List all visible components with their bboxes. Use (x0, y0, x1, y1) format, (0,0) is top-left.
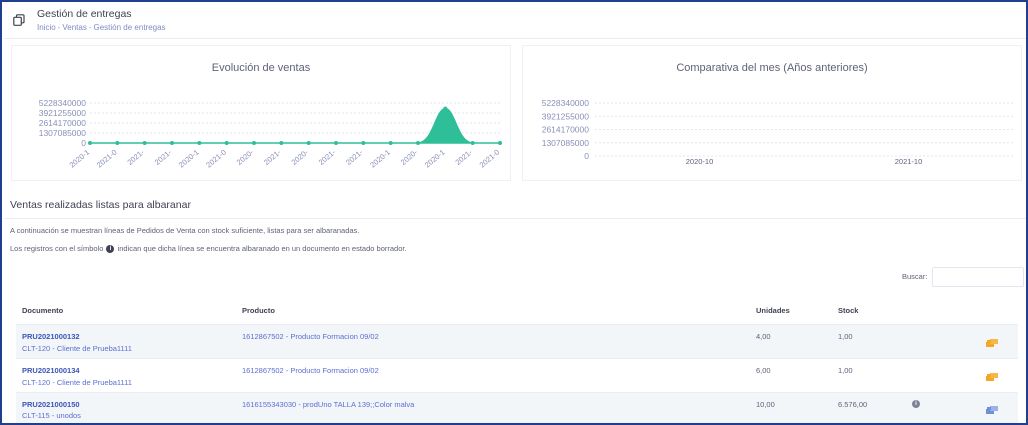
data-point[interactable] (252, 141, 256, 145)
y-tick-label: 1307085000 (39, 128, 87, 138)
product-link[interactable]: 1612867502 - Producto Formacion 09/02 (242, 366, 379, 375)
search-label: Buscar: (902, 272, 928, 281)
client-link[interactable]: CLT-115 - unodos (22, 411, 81, 420)
client-link[interactable]: CLT-120 - Cliente de Prueba1111 (22, 378, 132, 387)
x-tick-label: 2021-0 (204, 148, 228, 170)
document-link[interactable]: PRU2021000134 (22, 366, 80, 375)
info-text: A continuación se muestran líneas de Ped… (10, 226, 360, 235)
data-point[interactable] (470, 141, 475, 145)
x-tick-label: 2021- (262, 147, 283, 167)
data-point[interactable] (197, 141, 202, 145)
data-point[interactable] (498, 141, 502, 145)
data-point[interactable] (224, 141, 229, 145)
column-header-documento[interactable]: Documento (22, 306, 63, 315)
y-tick-label: 5228340000 (39, 98, 87, 108)
x-tick-label: 2020-1 (368, 148, 392, 170)
draft-info-icon[interactable]: i (912, 400, 920, 408)
y-tick-label: 0 (584, 151, 589, 161)
table-row[interactable]: PRU2021000150 CLT-115 - unodos 161615534… (16, 392, 1018, 423)
x-tick-label: 2021-0 (95, 148, 119, 170)
divider (4, 218, 1026, 219)
x-tick-label: 2020- (235, 147, 256, 167)
data-point[interactable] (115, 141, 120, 145)
data-point[interactable] (416, 141, 420, 145)
y-tick-label: 3921255000 (39, 108, 87, 118)
table-row[interactable]: PRU2021000134 CLT-120 - Cliente de Prueb… (16, 358, 1018, 392)
x-tick-label: 2020-10 (686, 157, 714, 166)
y-tick-label: 2614170000 (542, 125, 590, 135)
copy-icon (13, 14, 25, 26)
comparativa-chart-card: Comparativa del mes (Años anteriores) 52… (522, 45, 1022, 181)
data-point[interactable] (334, 141, 338, 145)
info-text-draft: Los registros con el símbolo i indican q… (10, 244, 407, 254)
column-header-stock[interactable]: Stock (838, 306, 858, 315)
breadcrumb: Inicio - Ventas - Gestión de entregas (37, 23, 166, 32)
x-tick-label: 2020-1 (177, 148, 201, 170)
unidades-value: 4,00 (756, 332, 771, 341)
x-tick-label: 2021- (317, 147, 338, 167)
product-link[interactable]: 1612867502 - Producto Formacion 09/02 (242, 332, 379, 341)
unidades-value: 10,00 (756, 400, 775, 409)
page-header: Gestión de entregas Inicio - Ventas - Gestió… (4, 4, 1026, 39)
product-link[interactable]: 1616155343030 - prodUno TALLA 139;;Color… (242, 400, 414, 409)
section-title: Ventas realizadas listas para albaranar (10, 199, 191, 211)
app-frame: Gestión de entregas Inicio - Ventas - Gestió… (0, 0, 1028, 425)
info-icon: i (106, 245, 115, 254)
y-tick-label: 3921255000 (542, 111, 590, 121)
x-tick-label: 2021- (153, 147, 174, 167)
stock-value: 1,00 (838, 366, 853, 375)
y-tick-label: 2614170000 (39, 118, 87, 128)
x-tick-label: 2021-10 (895, 157, 923, 166)
x-tick-label: 2020- (289, 147, 310, 167)
data-point[interactable] (279, 141, 284, 145)
data-point[interactable] (361, 141, 366, 145)
x-tick-label: 2020- (399, 147, 420, 167)
y-tick-label: 5228340000 (542, 98, 590, 108)
x-tick-label: 2021- (453, 147, 474, 167)
y-tick-label: 0 (81, 138, 86, 148)
deliver-action-icon[interactable] (985, 372, 999, 382)
x-tick-label: 2020-1 (423, 148, 447, 170)
stock-value: 6.576,00 (838, 400, 868, 409)
document-link[interactable]: PRU2021000132 (22, 332, 80, 341)
breadcrumb-separator: - (88, 23, 92, 32)
client-link[interactable]: CLT-120 - Cliente de Prueba1111 (22, 344, 132, 353)
column-header-unidades[interactable]: Unidades (756, 306, 790, 315)
data-point[interactable] (142, 141, 147, 145)
deliver-action-icon[interactable] (985, 405, 999, 415)
page-title: Gestión de entregas (37, 8, 132, 20)
table-row[interactable]: PRU2021000132 CLT-120 - Cliente de Prueb… (16, 324, 1018, 358)
info-text-before: Los registros con el símbolo (10, 244, 104, 253)
search-input[interactable] (932, 267, 1024, 287)
document-link[interactable]: PRU2021000150 (22, 400, 80, 409)
column-header-producto[interactable]: Producto (242, 306, 275, 315)
breadcrumb-inicio[interactable]: Inicio (37, 23, 56, 32)
x-tick-label: 2021- (344, 147, 365, 167)
breadcrumb-current: Gestión de entregas (93, 23, 166, 32)
data-point[interactable] (306, 141, 311, 145)
data-point[interactable] (388, 141, 393, 145)
stock-value: 1,00 (838, 332, 853, 341)
data-point[interactable] (443, 106, 448, 111)
ventas-area-chart: 5228340000392125500026141700001307085000… (39, 98, 502, 170)
deliver-action-icon[interactable] (985, 338, 999, 348)
comparativa-bar-chart: 5228340000 3921255000 2614170000 1307085000… (542, 98, 1013, 166)
y-tick-label: 1307085000 (542, 138, 590, 148)
x-tick-label: 2020-1 (68, 148, 92, 170)
x-tick-label: 2021-0 (478, 148, 502, 170)
breadcrumb-ventas[interactable]: Ventas (62, 23, 86, 32)
unidades-value: 6,00 (756, 366, 771, 375)
info-text-after: indican que dicha línea se encuentra alb… (117, 244, 407, 253)
x-tick-label: 2021- (125, 147, 146, 167)
data-point[interactable] (88, 141, 92, 145)
data-point[interactable] (170, 141, 174, 145)
area-series (90, 107, 500, 144)
ventas-chart-card: Evolución de ventas 5228340000 3921255000… (11, 45, 511, 181)
